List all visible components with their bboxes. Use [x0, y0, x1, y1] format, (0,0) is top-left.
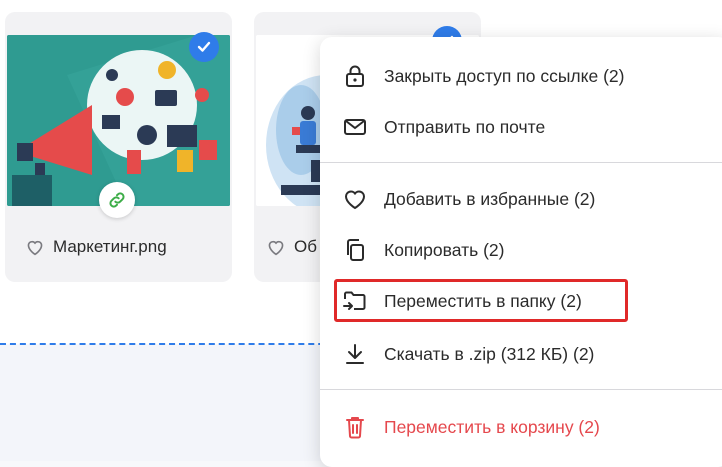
- download-icon: [342, 341, 368, 367]
- menu-item-copy[interactable]: Копировать (2): [320, 225, 722, 275]
- context-menu: Закрыть доступ по ссылке (2) Отправить п…: [320, 37, 722, 467]
- menu-item-add-favorites[interactable]: Добавить в избранные (2): [320, 174, 722, 224]
- menu-item-label: Добавить в избранные (2): [384, 188, 596, 209]
- favorite-heart-icon[interactable]: [25, 238, 45, 256]
- file-name-row: Об: [266, 237, 317, 257]
- menu-item-label: Переместить в корзину (2): [384, 416, 600, 437]
- menu-item-send-email[interactable]: Отправить по почте: [320, 102, 722, 152]
- copy-icon: [342, 237, 368, 263]
- trash-icon: [342, 414, 368, 440]
- menu-item-move-to-trash[interactable]: Переместить в корзину (2): [320, 402, 722, 452]
- file-name[interactable]: Об: [294, 237, 317, 257]
- file-card[interactable]: Маркетинг.png: [5, 12, 232, 282]
- menu-item-label: Отправить по почте: [384, 116, 546, 137]
- menu-separator: [320, 389, 722, 390]
- menu-separator: [320, 162, 722, 163]
- marketing-illustration: [7, 35, 230, 206]
- lock-icon: [342, 63, 368, 89]
- highlight-frame: [334, 279, 628, 322]
- shared-link-icon[interactable]: [99, 182, 135, 218]
- favorite-heart-icon[interactable]: [266, 238, 286, 256]
- file-name[interactable]: Маркетинг.png: [53, 237, 167, 257]
- envelope-icon: [342, 114, 368, 140]
- selected-checkmark-icon[interactable]: [189, 32, 219, 62]
- menu-item-label: Закрыть доступ по ссылке (2): [384, 65, 625, 86]
- menu-item-label: Копировать (2): [384, 239, 505, 260]
- menu-item-unshare[interactable]: Закрыть доступ по ссылке (2): [320, 51, 722, 101]
- file-name-row: Маркетинг.png: [25, 237, 167, 257]
- menu-item-label: Скачать в .zip (312 КБ) (2): [384, 343, 595, 364]
- file-thumbnail: [7, 35, 230, 206]
- heart-icon: [342, 186, 368, 212]
- menu-item-download-zip[interactable]: Скачать в .zip (312 КБ) (2): [320, 329, 722, 379]
